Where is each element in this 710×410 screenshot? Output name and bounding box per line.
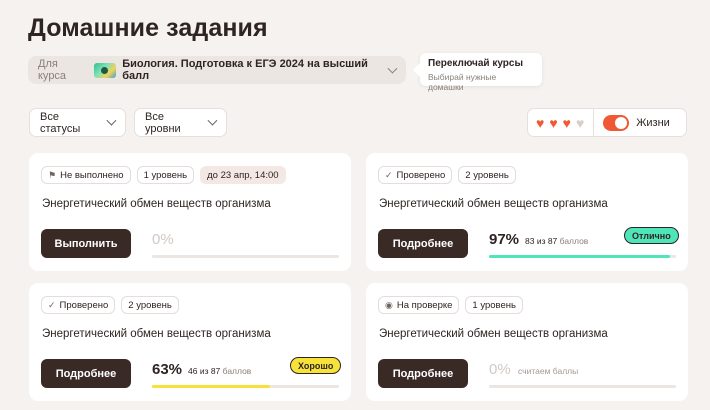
course-selector[interactable]: Для курса Биология. Подготовка к ЕГЭ 202… xyxy=(28,56,406,84)
heart-icon: ♥ xyxy=(549,114,558,131)
grade-badge: Отлично xyxy=(624,227,679,244)
grade-badge: Хорошо xyxy=(290,357,342,374)
deadline-tag: до 23 апр, 14:00 xyxy=(200,166,286,184)
eye-icon: ◉ xyxy=(385,299,393,310)
progress-fill xyxy=(152,385,270,388)
status-tag: ✓ Проверено xyxy=(378,166,453,184)
course-name: Биология. Подготовка к ЕГЭ 2024 на высши… xyxy=(122,58,368,82)
details-button[interactable]: Подробнее xyxy=(378,359,468,388)
card-title: Энергетический обмен веществ организма xyxy=(379,198,608,210)
score-text: 46 из 87 баллов xyxy=(188,366,252,376)
status-tag: ◉ На проверке xyxy=(378,296,460,314)
details-button[interactable]: Подробнее xyxy=(41,359,131,388)
tooltip-title: Переключай курсы xyxy=(428,58,523,69)
details-button[interactable]: Подробнее xyxy=(378,229,468,258)
progress-percent: 63% xyxy=(152,361,183,378)
progress-bar xyxy=(489,385,676,388)
homework-card: ✓ Проверено 2 уровень Энергетический обме… xyxy=(29,283,351,401)
card-title: Энергетический обмен веществ организма xyxy=(379,328,608,340)
heart-icon: ♥ xyxy=(562,114,571,131)
status-tag: ⚑ Не выполнено xyxy=(41,166,131,184)
progress-fill xyxy=(489,255,671,258)
progress-percent: 97% xyxy=(489,231,520,248)
level-tag: 1 уровень xyxy=(465,296,523,314)
homework-card: ◉ На проверке 1 уровень Энергетический об… xyxy=(366,283,688,401)
card-title: Энергетический обмен веществ организма xyxy=(42,198,271,210)
chevron-down-icon xyxy=(207,115,218,126)
progress-bar xyxy=(489,255,676,258)
level-filter-label: Все уровни xyxy=(145,110,181,135)
status-filter-label: Все статусы xyxy=(40,110,81,135)
chevron-down-icon xyxy=(387,63,398,73)
check-icon: ✓ xyxy=(385,169,393,180)
heart-empty-icon: ♥ xyxy=(575,114,585,131)
score-text: считаем баллы xyxy=(518,366,579,376)
card-title: Энергетический обмен веществ организма xyxy=(42,328,271,340)
progress-percent: 0% xyxy=(489,361,511,378)
course-prefix: Для курса xyxy=(38,58,67,82)
level-tag: 2 уровень xyxy=(458,166,516,184)
homework-card: ✓ Проверено 2 уровень Энергетический обме… xyxy=(366,153,688,271)
level-filter[interactable]: Все уровни xyxy=(134,108,227,137)
status-tag: ✓ Проверено xyxy=(41,296,116,314)
heart-icon: ♥ xyxy=(536,114,545,131)
check-icon: ✓ xyxy=(48,299,56,310)
lives-label: Жизни xyxy=(636,116,670,129)
progress-percent: 0% xyxy=(152,231,174,248)
divider xyxy=(593,108,595,137)
course-thumbnail xyxy=(94,62,117,78)
do-homework-button[interactable]: Выполнить xyxy=(41,229,131,258)
level-tag: 1 уровень xyxy=(136,166,195,184)
lives-panel: ♥ ♥ ♥ ♥ Жизни xyxy=(527,108,687,137)
progress-bar xyxy=(152,385,339,388)
progress-bar xyxy=(152,255,339,258)
level-tag: 2 уровень xyxy=(121,296,179,314)
flag-icon: ⚑ xyxy=(48,169,57,180)
lives-toggle[interactable] xyxy=(603,114,630,131)
page-title: Домашние задания xyxy=(28,14,268,42)
homework-card: ⚑ Не выполнено 1 уровень до 23 апр, 14:00… xyxy=(29,153,351,271)
status-filter[interactable]: Все статусы xyxy=(29,108,126,137)
score-text: 83 из 87 баллов xyxy=(525,236,589,246)
chevron-down-icon xyxy=(106,115,117,126)
tooltip-text: Выбирай нужные домашки xyxy=(428,72,497,92)
course-tooltip: Переключай курсы Выбирай нужные домашки xyxy=(420,53,542,92)
